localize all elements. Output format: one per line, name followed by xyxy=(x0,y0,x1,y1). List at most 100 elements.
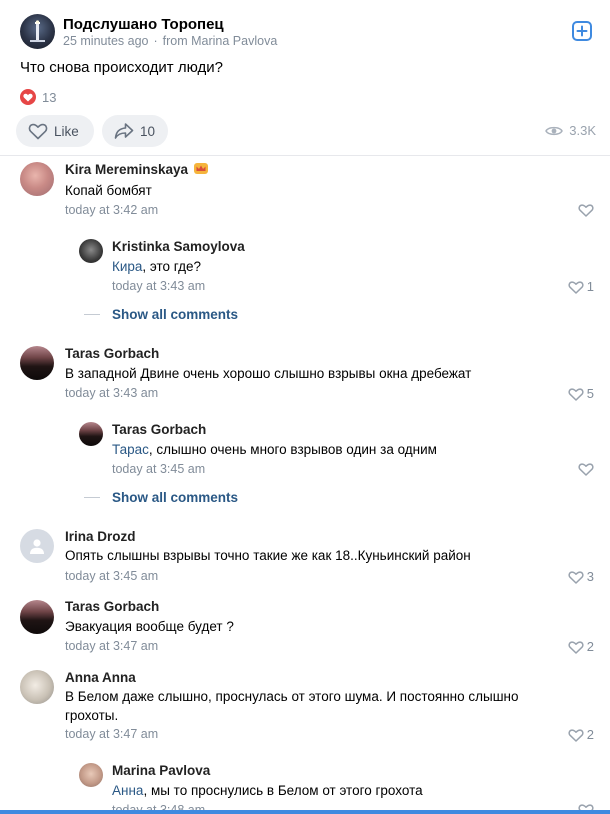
add-square-icon xyxy=(572,21,592,41)
mention-link[interactable]: Тарас xyxy=(112,442,149,457)
avatar[interactable] xyxy=(20,600,54,634)
comment-text-body: , мы то проснулись в Белом от этого грох… xyxy=(143,783,423,798)
comment-time[interactable]: today at 3:45 am xyxy=(65,569,158,583)
comment-time[interactable]: today at 3:45 am xyxy=(112,462,205,476)
share-button[interactable]: 10 xyxy=(102,115,168,147)
comment-time[interactable]: today at 3:43 am xyxy=(112,279,205,293)
heart-icon xyxy=(578,463,594,476)
heart-icon xyxy=(568,728,584,742)
comment-reply: Kristinka Samoylova Кира, это где? today… xyxy=(0,236,610,296)
avatar[interactable] xyxy=(79,763,103,787)
comment-author[interactable]: Irina Drozd xyxy=(65,529,136,544)
comment-reply: Taras Gorbach Тарас, слышно очень много … xyxy=(0,419,610,479)
post-time[interactable]: 25 minutes ago xyxy=(63,34,148,48)
crown-icon xyxy=(193,162,209,178)
heart-icon xyxy=(28,123,48,140)
comment-like-button[interactable]: 5 xyxy=(568,386,594,401)
comment-text-body: , это где? xyxy=(142,259,202,274)
comment-text: Эвакуация вообще будет ? xyxy=(65,619,234,634)
views-count: 3.3K xyxy=(569,123,596,138)
post-text: Что снова происходит люди? xyxy=(20,59,223,76)
comment-author-name: Kira Mereminskaya xyxy=(65,162,189,177)
post-page: Подслушано Торопец 25 minutes ago · from M… xyxy=(0,0,610,814)
views-counter: 3.3K xyxy=(545,123,596,138)
show-all-comments-link[interactable]: Show all comments xyxy=(84,490,238,505)
lighthouse-icon xyxy=(30,20,45,42)
comment-text-body: , слышно очень много взрывов один за одн… xyxy=(148,442,437,457)
heart-icon xyxy=(578,204,594,217)
comment-author[interactable]: Taras Gorbach xyxy=(65,346,159,361)
dash-divider xyxy=(84,497,100,498)
comment-text: Копай бомбят xyxy=(65,183,152,198)
comment-author[interactable]: Kira Mereminskaya xyxy=(65,162,209,178)
reactions[interactable]: 13 xyxy=(20,88,56,106)
share-count: 10 xyxy=(140,123,156,139)
eye-icon xyxy=(545,126,564,135)
comment-reply: Marina Pavlova Анна, мы то проснулись в … xyxy=(0,760,610,814)
share-icon xyxy=(114,123,134,139)
heart-icon xyxy=(568,280,584,294)
comment-text: В западной Двине очень хорошо слышно взр… xyxy=(65,366,472,381)
heart-icon xyxy=(568,387,584,401)
mention-link[interactable]: Кира xyxy=(112,259,142,274)
comment-like-button[interactable]: 1 xyxy=(568,279,594,294)
show-all-label: Show all comments xyxy=(112,490,239,505)
post-meta: 25 minutes ago · from Marina Pavlova xyxy=(63,34,277,48)
group-avatar[interactable] xyxy=(20,14,55,49)
bottom-accent-bar xyxy=(0,810,610,814)
show-all-label: Show all comments xyxy=(112,307,239,322)
comment-like-count: 3 xyxy=(586,569,594,584)
like-label: Like xyxy=(54,123,79,139)
comment-author[interactable]: Taras Gorbach xyxy=(65,599,159,614)
divider xyxy=(0,155,610,156)
avatar[interactable] xyxy=(20,529,54,563)
comment-text: Опять слышны взрывы точно такие же как 1… xyxy=(65,548,471,563)
comment-time[interactable]: today at 3:47 am xyxy=(65,639,158,653)
avatar[interactable] xyxy=(79,422,103,446)
user-placeholder-icon xyxy=(30,539,44,554)
show-all-comments-link[interactable]: Show all comments xyxy=(84,307,238,322)
comment-like-button[interactable]: 2 xyxy=(568,727,594,742)
reaction-count: 13 xyxy=(42,89,57,105)
dash-divider xyxy=(84,314,100,315)
avatar[interactable] xyxy=(79,239,103,263)
avatar[interactable] xyxy=(20,346,54,380)
comment-text: Тарас, слышно очень много взрывов один з… xyxy=(112,440,437,459)
comment-time[interactable]: today at 3:43 am xyxy=(65,386,158,400)
mention-link[interactable]: Анна xyxy=(112,783,143,798)
comment-time[interactable]: today at 3:47 am xyxy=(65,727,158,741)
post-header: Подслушано Торопец 25 minutes ago · from M… xyxy=(20,14,600,54)
comment-text: Кира, это где? xyxy=(112,257,201,276)
comment-author[interactable]: Kristinka Samoylova xyxy=(112,239,245,254)
post-actions: Like 10 3.3K xyxy=(16,115,596,147)
comment-like-count: 5 xyxy=(586,386,594,401)
heart-icon xyxy=(568,640,584,654)
comment: Taras Gorbach В западной Двине очень хор… xyxy=(0,343,610,405)
comment-like-count: 2 xyxy=(586,727,594,742)
avatar[interactable] xyxy=(20,670,54,704)
comment-author[interactable]: Taras Gorbach xyxy=(112,422,206,437)
comment-like-button[interactable]: 3 xyxy=(568,569,594,584)
comment-like-button[interactable]: 2 xyxy=(568,639,594,654)
comment-author[interactable]: Marina Pavlova xyxy=(112,763,210,778)
comment-time[interactable]: today at 3:42 am xyxy=(65,203,158,217)
comment-text: Анна, мы то проснулись в Белом от этого … xyxy=(112,781,423,800)
comment-text: В Белом даже слышно, проснулась от этого… xyxy=(65,689,519,723)
comment-like-count: 2 xyxy=(586,639,594,654)
heart-icon xyxy=(568,570,584,584)
comment: Taras Gorbach Эвакуация вообще будет ? t… xyxy=(0,598,610,658)
comment: Anna Anna В Белом даже слышно, проснулас… xyxy=(0,668,610,746)
comment: Irina Drozd Опять слышны взрывы точно та… xyxy=(0,527,610,587)
comment-like-button[interactable] xyxy=(578,462,594,476)
comment-like-count: 1 xyxy=(586,279,594,294)
comment: Kira Mereminskaya Копай бомбят today at … xyxy=(0,160,610,226)
post-source[interactable]: from Marina Pavlova xyxy=(163,34,278,48)
like-button[interactable]: Like xyxy=(16,115,94,147)
meta-dot: · xyxy=(153,34,158,48)
comment-like-button[interactable] xyxy=(578,203,594,217)
comment-author[interactable]: Anna Anna xyxy=(65,670,136,685)
avatar[interactable] xyxy=(20,162,54,196)
reaction-heart-icon xyxy=(20,89,36,105)
group-name[interactable]: Подслушано Торопец xyxy=(63,16,224,33)
add-button[interactable] xyxy=(572,21,592,41)
